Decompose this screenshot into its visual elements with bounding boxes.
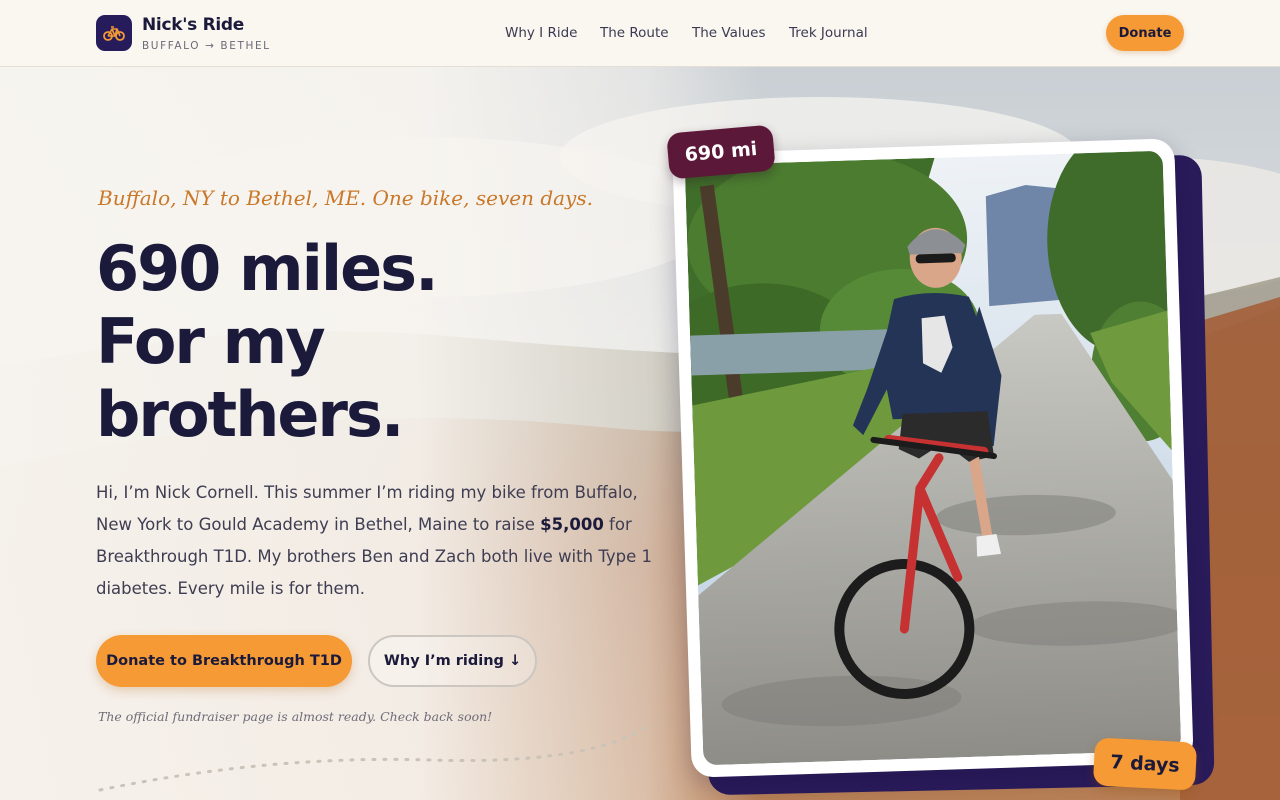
brand-subtitle: BUFFALO → BETHEL <box>142 40 271 52</box>
hero-intro: Hi, I’m Nick Cornell. This summer I’m ri… <box>96 477 656 605</box>
distance-badge: 690 mi <box>666 124 776 180</box>
nav-trek-journal[interactable]: Trek Journal <box>789 25 868 41</box>
fundraising-goal: $5,000 <box>540 515 604 534</box>
why-riding-button[interactable]: Why I’m riding ↓ <box>368 635 537 687</box>
brand-name[interactable]: Nick's Ride <box>142 15 244 35</box>
fundraiser-note: The official fundraiser page is almost r… <box>98 709 493 724</box>
hero-tagline: Buffalo, NY to Bethel, ME. One bike, sev… <box>98 186 593 210</box>
nav-the-values[interactable]: The Values <box>692 25 766 41</box>
bicycle-icon[interactable] <box>96 15 132 51</box>
header-donate-button[interactable]: Donate <box>1106 15 1184 51</box>
photo-card <box>672 138 1194 778</box>
route-dotted-line <box>98 725 650 792</box>
headline-line-1: 690 miles. <box>96 232 439 305</box>
headline-line-2: For my <box>96 305 326 378</box>
headline-line-3: brothers. <box>96 378 404 451</box>
duration-badge: 7 days <box>1092 737 1198 791</box>
cyclist-photo <box>684 150 1182 766</box>
site-header: Nick's Ride BUFFALO → BETHEL Why I Ride … <box>0 0 1280 67</box>
hero-headline: 690 miles. For my brothers. <box>96 232 656 451</box>
nav-the-route[interactable]: The Route <box>600 25 669 41</box>
nav-why-i-ride[interactable]: Why I Ride <box>505 25 577 41</box>
donate-breakthrough-button[interactable]: Donate to Breakthrough T1D <box>96 635 352 687</box>
